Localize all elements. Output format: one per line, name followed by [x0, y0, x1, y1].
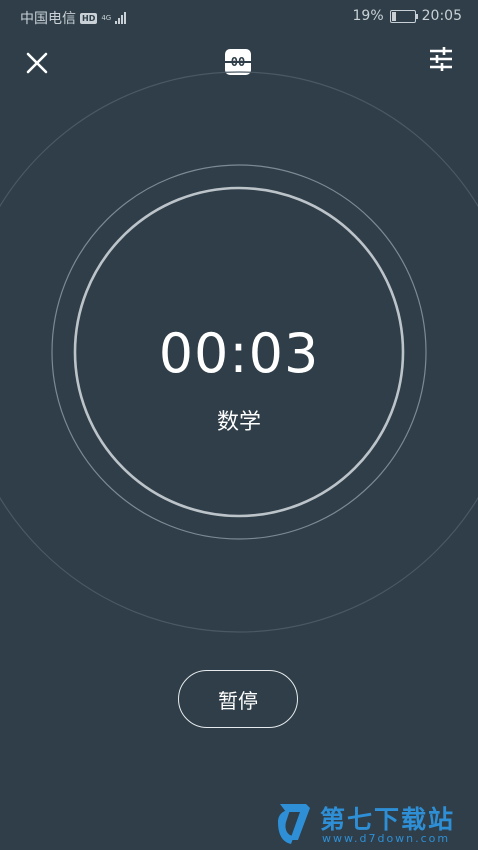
- subject-label: 数学: [216, 410, 261, 435]
- flip-clock-button[interactable]: 00: [225, 49, 253, 77]
- hd-badge: HD: [80, 12, 98, 24]
- sliders-icon: [430, 47, 452, 71]
- status-right: 19% 20:05: [353, 8, 462, 24]
- clock-time: 20:05: [421, 8, 462, 24]
- carrier-name: 中国电信: [20, 11, 76, 27]
- d7-logo: [278, 804, 310, 844]
- elapsed-time: 00:03: [158, 322, 320, 385]
- pause-button[interactable]: 暂停: [178, 670, 298, 728]
- close-icon: [26, 52, 48, 74]
- close-button[interactable]: [22, 48, 52, 78]
- status-bar: 中国电信 HD 4G 19% 20:05: [0, 0, 478, 34]
- status-left: 中国电信 HD 4G: [20, 8, 127, 28]
- flip-clock-icon: 00: [225, 49, 251, 75]
- watermark: 第七下载站 www.d7down.com: [276, 798, 472, 850]
- battery-icon: [389, 9, 418, 23]
- watermark-url: www.d7down.com: [322, 832, 451, 845]
- battery-percent: 19%: [352, 8, 384, 24]
- network-type: 4G: [101, 13, 112, 22]
- watermark-name: 第七下载站: [320, 805, 456, 834]
- signal-icon: [115, 12, 127, 24]
- settings-button[interactable]: [426, 44, 456, 74]
